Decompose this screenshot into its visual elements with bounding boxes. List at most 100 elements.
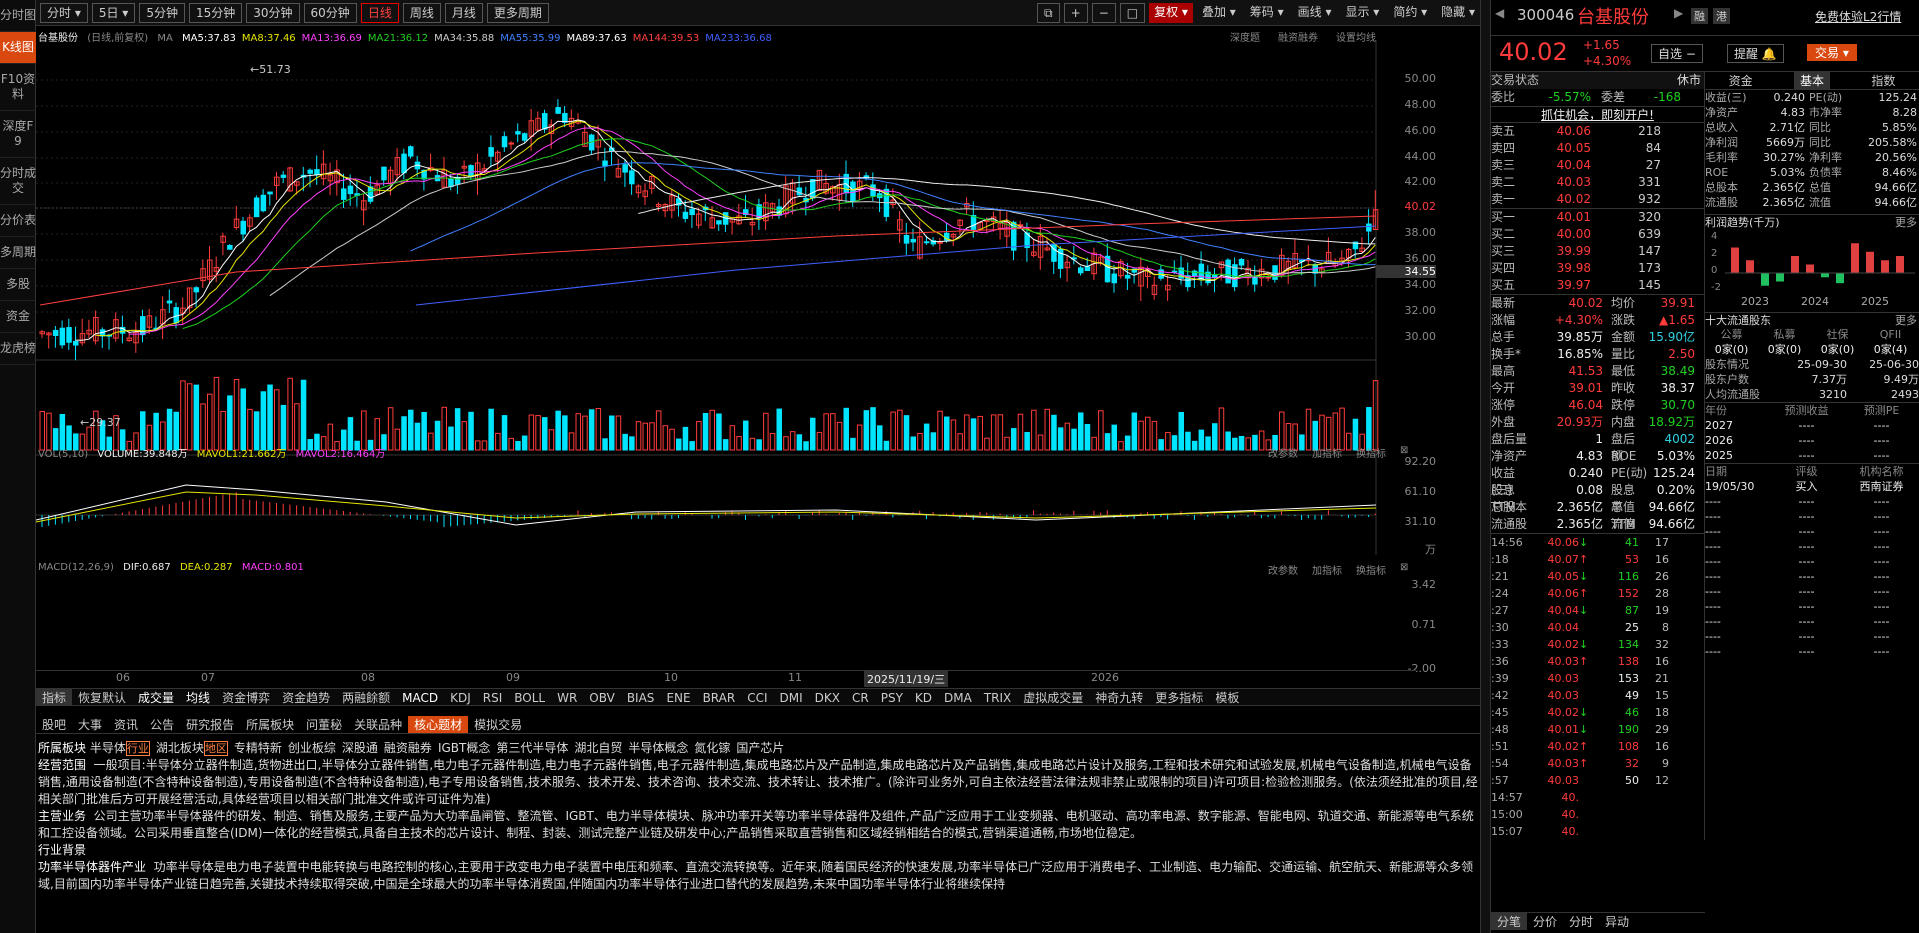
info-tab-2[interactable]: 资讯 [108,716,144,733]
toolbar-icon-2[interactable]: − [1091,2,1116,23]
sector-4[interactable]: 专精特新 [234,741,282,755]
tick-tab-1[interactable]: 分价 [1527,913,1563,930]
tick-tab-2[interactable]: 分时 [1563,913,1599,930]
period-2[interactable]: 5分钟 [139,2,185,23]
kline-chart[interactable] [36,40,1416,555]
indicator-14[interactable]: ENE [660,689,696,705]
toolbar-right-1[interactable]: 叠加 ▾ [1197,3,1241,23]
indicator-22[interactable]: DMA [938,689,978,705]
sidebar-item-8[interactable]: 资金 [0,301,36,333]
sidebar-item-0[interactable]: 分时图 [0,0,36,32]
sector-0[interactable]: 半导体 [90,741,126,755]
plinks2-1[interactable]: 加指标 [1312,562,1342,577]
plinks1-0[interactable]: 改参数 [1268,445,1298,460]
plinks1-1[interactable]: 加指标 [1312,445,1342,460]
tick-row-4[interactable]: :27 40.04 ↓ 87 19 [1491,602,1704,619]
bid-row-1[interactable]: 买二 40.00 639 [1491,226,1704,243]
sector-11[interactable]: 半导体概念 [628,741,688,755]
indicator-25[interactable]: 神奇九转 [1089,689,1149,705]
sector-5[interactable]: 创业板综 [288,741,336,755]
indicator-8[interactable]: KDJ [444,689,477,705]
sidebar-item-4[interactable]: 分时成交 [0,158,36,205]
sector-13[interactable]: 国产芯片 [736,741,784,755]
indicator-7[interactable]: MACD [396,689,444,705]
tick-row-6[interactable]: :33 40.02 ↓ 134 32 [1491,636,1704,653]
watchlist-button[interactable]: 自选 − [1651,44,1703,63]
plinks2-0[interactable]: 改参数 [1268,562,1298,577]
toolbar-right-2[interactable]: 筹码 ▾ [1245,3,1289,23]
indicator-5[interactable]: 资金趋势 [276,689,336,705]
sector-10[interactable]: 湖北自贸 [574,741,622,755]
ask-row-3[interactable]: 卖二 40.03 331 [1491,174,1704,191]
tick-row-11[interactable]: :48 40.01 ↓ 190 29 [1491,721,1704,738]
indicator-24[interactable]: 虚拟成交量 [1017,689,1089,705]
bid-row-3[interactable]: 买四 39.98 173 [1491,260,1704,277]
indicator-12[interactable]: OBV [583,689,621,705]
sector-6[interactable]: 深股通 [342,741,378,755]
indicator-6[interactable]: 两融餘额 [336,689,396,705]
f10-tab-1[interactable]: 基本 [1793,72,1830,89]
toolbar-right-3[interactable]: 画线 ▾ [1293,3,1337,23]
toolbar-icon-3[interactable]: □ [1119,2,1146,23]
f10-tab-2[interactable]: 指数 [1865,72,1901,89]
alert-button[interactable]: 提醒 🔔 [1727,44,1784,63]
tick-row-1[interactable]: :18 40.07 ↑ 53 16 [1491,551,1704,568]
ask-row-0[interactable]: 卖五 40.06 218 [1491,123,1704,140]
period-8[interactable]: 月线 [444,2,483,23]
sector-7[interactable]: 融资融券 [384,741,432,755]
period-1[interactable]: 5日 ▾ [91,2,136,23]
ask-row-4[interactable]: 卖一 40.02 932 [1491,191,1704,208]
toolbar-icon-0[interactable]: ⧉ [1037,2,1060,23]
toolbar-right-6[interactable]: 隐藏 ▾ [1436,3,1480,23]
info-tab-4[interactable]: 研究报告 [180,716,240,733]
tick-row-9[interactable]: :42 40.03 49 15 [1491,687,1704,704]
indicator-23[interactable]: TRIX [978,689,1017,705]
indicator-26[interactable]: 更多指标 [1149,689,1209,705]
period-5[interactable]: 60分钟 [303,2,357,23]
tick-list[interactable]: 14:56 40.06 ↓ 41 17:18 40.07 ↑ 53 16:21 40.05 ↓ 116… [1491,533,1704,840]
tick-row-15[interactable]: 14:57 40. [1491,789,1704,806]
ask-row-1[interactable]: 卖四 40.05 84 [1491,140,1704,157]
tick-row-13[interactable]: :54 40.03 ↑ 32 9 [1491,755,1704,772]
info-tab-9[interactable]: 模拟交易 [468,716,528,733]
sidebar-item-1[interactable]: K线图 [0,32,36,64]
info-tab-5[interactable]: 所属板块 [240,716,300,733]
tick-row-10[interactable]: :45 40.02 ↓ 46 18 [1491,704,1704,721]
period-7[interactable]: 周线 [402,2,441,23]
sidebar-item-2[interactable]: F10资料 [0,64,36,111]
tick-tab-0[interactable]: 分笔 [1491,913,1528,930]
tick-tab-3[interactable]: 异动 [1599,913,1635,930]
tick-row-17[interactable]: 15:07 40. [1491,823,1704,840]
sector-3[interactable]: 地区 [203,741,228,756]
info-tab-0[interactable]: 股吧 [36,716,72,733]
sector-1[interactable]: 行业 [125,741,150,756]
bid-row-4[interactable]: 买五 39.97 145 [1491,277,1704,294]
l2-link[interactable]: 免费体验L2行情 [1815,8,1901,25]
sidebar-item-6[interactable]: 多周期 [0,237,36,269]
indicator-4[interactable]: 资金博弈 [216,689,276,705]
profit-more-link[interactable]: 更多 [1855,215,1917,229]
info-tab-7[interactable]: 关联品种 [348,716,408,733]
indicator-1[interactable]: 恢复默认 [72,689,132,705]
indicator-19[interactable]: CR [846,689,875,705]
indicator-17[interactable]: DMI [774,689,809,705]
top10-more-link[interactable]: 更多 [1855,313,1917,327]
indicator-18[interactable]: DKX [809,689,846,705]
sidebar-item-5[interactable]: 分价表 [0,205,36,237]
sector-9[interactable]: 第三代半导体 [496,741,568,755]
indicator-0[interactable]: 指标 [36,689,73,705]
indicator-21[interactable]: KD [909,689,938,705]
tick-row-14[interactable]: :57 40.03 50 12 [1491,772,1704,789]
sector-8[interactable]: IGBT概念 [438,741,490,755]
indicator-11[interactable]: WR [551,689,583,705]
sector-2[interactable]: 湖北板块 [156,741,204,755]
sidebar-item-3[interactable]: 深度F9 [0,111,36,158]
trade-button[interactable]: 交易 ▾ [1807,44,1857,61]
ask-row-2[interactable]: 卖三 40.04 27 [1491,157,1704,174]
open-account-link[interactable]: 抓住机会，即刻开户! [1541,107,1654,122]
sidebar-item-9[interactable]: 龙虎榜 [0,333,36,365]
period-6[interactable]: 日线 [360,2,399,23]
tick-row-16[interactable]: 15:00 40. [1491,806,1704,823]
period-3[interactable]: 15分钟 [188,2,243,23]
toolbar-icon-1[interactable]: + [1063,2,1088,23]
